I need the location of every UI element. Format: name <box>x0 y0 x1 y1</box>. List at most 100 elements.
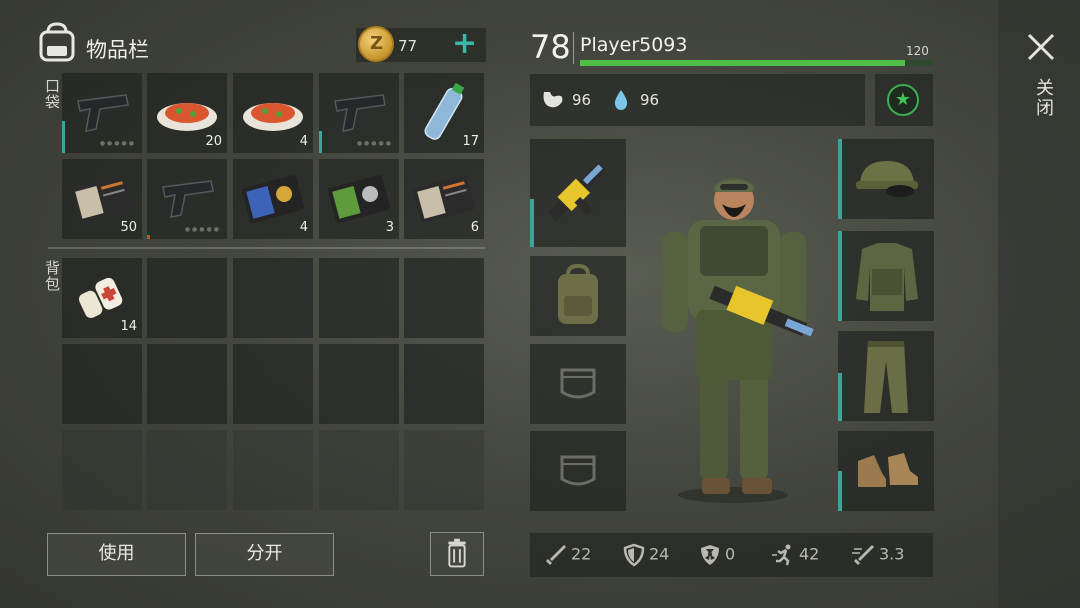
durability-dots: ●●●●● <box>356 140 393 147</box>
pocket-slot-pistol[interactable]: ●●●●● <box>319 73 399 153</box>
use-button[interactable]: 使用 <box>47 533 186 576</box>
item-count: 6 <box>470 220 479 235</box>
backpack-slot-locked <box>319 430 399 510</box>
speed-stat: 42 <box>772 543 819 567</box>
badge-document-icon <box>241 175 305 223</box>
backpack-slot-empty[interactable] <box>147 344 227 424</box>
equip-slot-head[interactable] <box>838 139 934 219</box>
coin-count: 77 <box>398 37 418 55</box>
equip-slot-feet[interactable] <box>838 431 934 511</box>
hp-bar-fill <box>580 60 905 66</box>
attack-value: 22 <box>571 544 592 564</box>
hunger-value: 96 <box>572 91 592 109</box>
backpack-slot-locked <box>147 430 227 510</box>
defense-value: 24 <box>649 544 670 564</box>
food-dish-icon <box>243 103 303 131</box>
durability-bar <box>838 471 842 511</box>
add-coins-button[interactable]: + <box>452 28 477 60</box>
jacket-icon <box>856 243 918 311</box>
pocket-slot-pistol[interactable]: ●●●●● <box>62 73 142 153</box>
durability-dots: ●●●●● <box>184 226 221 233</box>
backpack-slot-empty[interactable] <box>404 344 484 424</box>
pistol-icon <box>162 180 214 218</box>
durability-bar <box>319 131 322 153</box>
item-count: 17 <box>462 134 479 149</box>
item-count: 14 <box>120 319 137 334</box>
item-count: 4 <box>299 220 308 235</box>
pistol-icon <box>334 94 386 132</box>
pocket-slot-badge[interactable]: 3 <box>319 159 399 239</box>
pocket-slot-badge[interactable]: 4 <box>233 159 313 239</box>
pocket-slot-water[interactable]: 17 <box>404 73 484 153</box>
pocket-slot-food[interactable]: 20 <box>147 73 227 153</box>
speed-value: 42 <box>799 544 820 564</box>
stomach-icon <box>540 88 566 116</box>
backpack-slot-empty[interactable] <box>233 344 313 424</box>
pocket-slot-pistol[interactable]: ●●●●● <box>147 159 227 239</box>
equip-slot-weapon[interactable] <box>530 139 626 247</box>
backpack-slot-empty[interactable] <box>404 258 484 338</box>
close-icon <box>1027 33 1055 61</box>
attack-stat: 22 <box>544 543 591 567</box>
close-button[interactable] <box>1024 30 1058 64</box>
backpack-slot-empty[interactable] <box>147 258 227 338</box>
max-hp: 120 <box>906 44 929 58</box>
player-level: 78 <box>530 28 571 66</box>
durability-bar <box>838 231 842 321</box>
pistol-icon <box>77 94 129 132</box>
radiation-value: 0 <box>725 544 736 564</box>
attack-speed-stat: 3.3 <box>852 543 904 567</box>
durability-bar <box>838 139 842 219</box>
pocket-slot-icon <box>560 455 596 486</box>
equip-slot-pocket[interactable] <box>530 431 626 511</box>
water-drop-icon <box>612 88 630 116</box>
backpack-slot-empty[interactable] <box>319 258 399 338</box>
header-divider <box>573 32 574 64</box>
pocket-slot-document[interactable]: 6 <box>404 159 484 239</box>
backpack-slot-empty[interactable] <box>319 344 399 424</box>
rifle-icon <box>547 161 607 221</box>
item-count: 20 <box>205 134 222 149</box>
delete-button[interactable] <box>430 532 484 576</box>
durability-bar <box>530 199 534 247</box>
star-icon[interactable]: ★ <box>887 84 919 116</box>
boots-icon <box>858 453 918 487</box>
id-document-icon <box>412 175 476 223</box>
pockets-label: 口袋 <box>43 78 61 110</box>
backpack-slot-bandage[interactable]: 14 <box>62 258 142 338</box>
coin-symbol: Z <box>370 33 384 54</box>
equip-slot-body[interactable] <box>838 231 934 321</box>
pocket-slot-food[interactable]: 4 <box>233 73 313 153</box>
backpack-slot-empty[interactable] <box>62 344 142 424</box>
trash-icon <box>448 538 466 568</box>
fast-sword-icon <box>852 545 874 565</box>
pocket-slot-icon <box>560 368 596 399</box>
player-name: Player5093 <box>580 34 688 56</box>
shield-icon <box>623 543 645 567</box>
equip-slot-legs[interactable] <box>838 331 934 421</box>
backpack-slot-empty[interactable] <box>233 258 313 338</box>
backpack-label: 背包 <box>43 260 61 292</box>
split-button[interactable]: 分开 <box>195 533 334 576</box>
thirst-value: 96 <box>640 91 660 109</box>
attack-speed-value: 3.3 <box>879 544 905 564</box>
item-count: 4 <box>299 134 308 149</box>
backpack-slot-locked <box>62 430 142 510</box>
pants-icon <box>864 341 908 413</box>
inventory-title: 物品栏 <box>86 38 149 62</box>
durability-bar <box>147 235 150 239</box>
durability-dots: ●●●●● <box>99 140 136 147</box>
backpack-item-icon <box>558 264 598 324</box>
sword-icon <box>546 545 566 565</box>
durability-bar <box>838 373 842 421</box>
equip-slot-pocket[interactable] <box>530 344 626 424</box>
character-model <box>648 160 828 510</box>
close-label[interactable]: 关闭 <box>1030 78 1056 118</box>
badge-document-icon <box>327 175 391 223</box>
item-count: 50 <box>120 220 137 235</box>
cap-icon <box>856 161 918 197</box>
item-count: 3 <box>385 220 394 235</box>
equip-slot-backpack[interactable] <box>530 256 626 336</box>
defense-stat: 24 <box>622 543 669 567</box>
pocket-slot-document[interactable]: 50 <box>62 159 142 239</box>
